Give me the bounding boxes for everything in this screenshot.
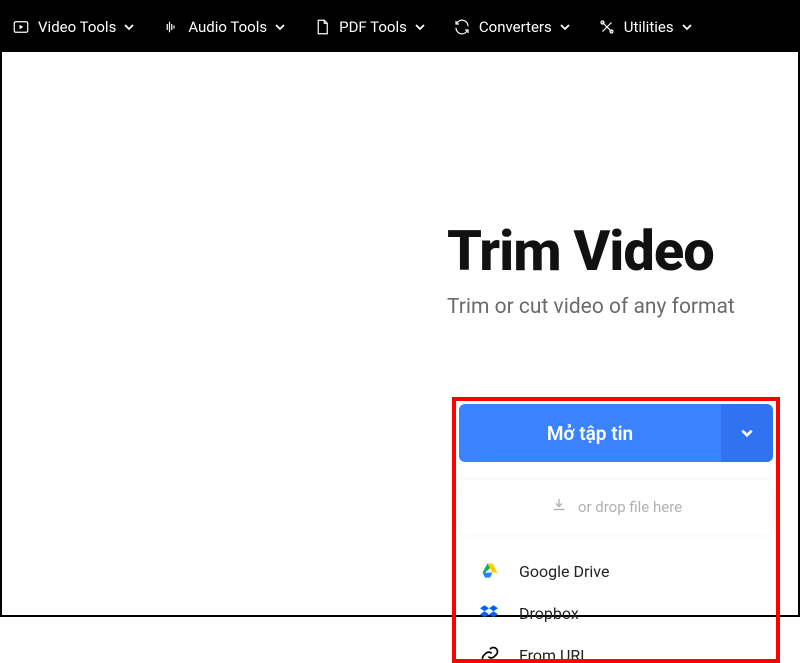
- source-dropbox[interactable]: Dropbox: [459, 592, 773, 634]
- source-label: From URL: [519, 646, 589, 663]
- dropbox-icon: [479, 602, 501, 624]
- drop-file-zone[interactable]: or drop file here: [459, 480, 773, 534]
- source-google-drive[interactable]: Google Drive: [459, 550, 773, 592]
- nav-label: Video Tools: [38, 18, 116, 36]
- source-url[interactable]: From URL: [459, 634, 773, 663]
- nav-label: Utilities: [624, 18, 674, 36]
- file-source-panel: Mở tập tin or drop file here Google Driv…: [452, 397, 780, 663]
- nav-pdf-tools[interactable]: PDF Tools: [313, 18, 425, 36]
- download-icon: [550, 496, 568, 518]
- nav-label: PDF Tools: [339, 18, 407, 36]
- chevron-down-icon: [124, 22, 134, 32]
- chevron-down-icon: [415, 22, 425, 32]
- source-list: Google Drive Dropbox From URL: [459, 550, 773, 663]
- page-subtitle: Trim or cut video of any format: [447, 295, 735, 319]
- chevron-down-icon: [560, 22, 570, 32]
- nav-utilities[interactable]: Utilities: [598, 18, 692, 36]
- tools-icon: [598, 18, 616, 36]
- hero: Trim Video Trim or cut video of any form…: [447, 222, 735, 319]
- link-icon: [479, 644, 501, 663]
- top-nav: Video Tools Audio Tools PDF Tools Conver…: [2, 2, 798, 52]
- nav-label: Converters: [479, 18, 552, 36]
- nav-video-tools[interactable]: Video Tools: [12, 18, 134, 36]
- open-file-button[interactable]: Mở tập tin: [459, 404, 773, 462]
- chevron-down-icon: [682, 22, 692, 32]
- source-label: Dropbox: [519, 604, 579, 623]
- play-rect-icon: [12, 18, 30, 36]
- drop-hint-text: or drop file here: [578, 498, 682, 516]
- open-file-label: Mở tập tin: [459, 404, 721, 462]
- refresh-icon: [453, 18, 471, 36]
- nav-label: Audio Tools: [188, 18, 267, 36]
- waveform-icon: [162, 18, 180, 36]
- source-label: Google Drive: [519, 562, 609, 581]
- page-title: Trim Video: [447, 222, 735, 281]
- document-icon: [313, 18, 331, 36]
- nav-converters[interactable]: Converters: [453, 18, 570, 36]
- nav-audio-tools[interactable]: Audio Tools: [162, 18, 285, 36]
- main-area: Trim Video Trim or cut video of any form…: [2, 52, 798, 615]
- open-file-dropdown-toggle[interactable]: [721, 404, 773, 462]
- chevron-down-icon: [740, 426, 754, 440]
- chevron-down-icon: [275, 22, 285, 32]
- google-drive-icon: [479, 560, 501, 582]
